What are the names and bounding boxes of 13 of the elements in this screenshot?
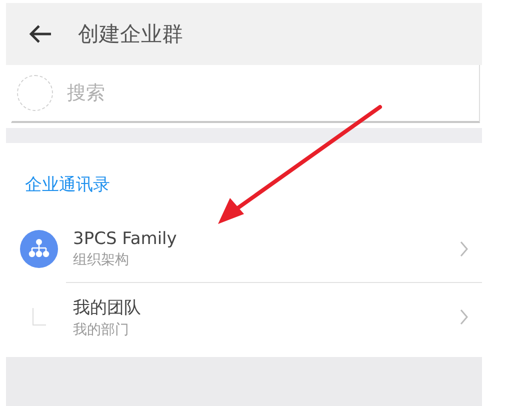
org-chart-icon xyxy=(20,230,58,268)
search-field[interactable]: 搜索 xyxy=(67,82,367,104)
item-title: 3PCS Family xyxy=(73,229,178,249)
item-title: 我的团队 xyxy=(73,296,142,318)
section-title: 企业通讯录 xyxy=(25,175,110,195)
item-subtitle: 我的部门 xyxy=(73,320,130,338)
chevron-right-icon xyxy=(460,309,468,325)
item-subtitle: 组织架构 xyxy=(73,251,130,269)
page-title: 创建企业群 xyxy=(78,21,183,48)
chevron-right-icon xyxy=(460,241,468,257)
broken-image-icon xyxy=(32,308,46,326)
back-icon[interactable] xyxy=(28,24,52,44)
avatar-placeholder-icon xyxy=(17,75,53,111)
